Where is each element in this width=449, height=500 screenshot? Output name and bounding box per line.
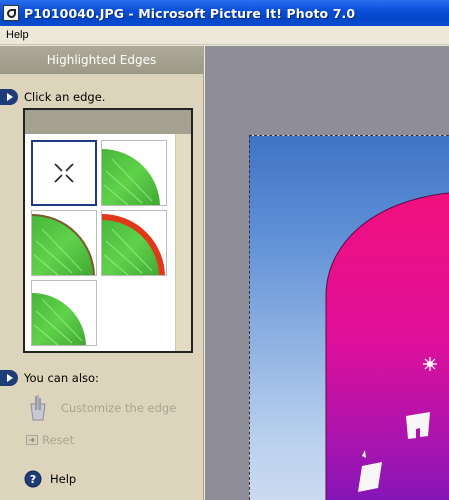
edge-option-soft-fade[interactable] [31, 280, 97, 346]
task-pane: Highlighted Edges Click an edge. You can… [0, 46, 204, 500]
step-you-can-also-label: You can also: [24, 371, 99, 385]
customize-edge-option[interactable]: Customize the edge [26, 394, 176, 422]
customize-edge-label: Customize the edge [61, 401, 177, 415]
step-you-can-also: You can also: [0, 370, 99, 386]
edge-gallery [23, 108, 193, 353]
help-label: Help [50, 472, 77, 486]
thin-line-edge-icon [32, 214, 95, 275]
soft-glow-edge-icon [102, 141, 166, 205]
thick-line-edge-icon [102, 214, 165, 275]
photo-preview[interactable] [249, 135, 449, 500]
arrow-right-icon [0, 370, 18, 386]
menu-bar: Help [0, 26, 449, 45]
arrow-right-icon [0, 89, 18, 105]
menu-help[interactable]: Help [0, 29, 35, 41]
reset-option[interactable]: Reset [26, 433, 74, 447]
edge-option-thin-line[interactable] [31, 210, 97, 276]
gallery-scrollbar[interactable] [175, 134, 191, 351]
title-bar[interactable]: P1010040.JPG - Microsoft Picture It! Pho… [0, 0, 449, 26]
edge-option-thick-line[interactable] [101, 210, 167, 276]
paintbrush-jar-icon [30, 395, 46, 421]
step-click-edge: Click an edge. [0, 89, 105, 105]
step-click-edge-label: Click an edge. [24, 90, 106, 104]
reset-label: Reset [42, 433, 75, 447]
edge-option-soft-glow[interactable] [101, 140, 167, 206]
help-option[interactable]: ? Help [24, 470, 76, 488]
svg-text:?: ? [30, 473, 36, 486]
soft-fade-edge-icon [32, 281, 96, 345]
reset-arrow-icon [26, 435, 38, 445]
question-circle-icon: ? [24, 470, 42, 488]
photo-canvas[interactable] [205, 46, 449, 500]
window-title: P1010040.JPG - Microsoft Picture It! Pho… [24, 5, 356, 21]
pane-title: Highlighted Edges [0, 46, 203, 74]
edge-option-none[interactable] [31, 140, 97, 206]
no-edge-icon [54, 163, 74, 183]
picture-it-icon[interactable] [3, 5, 19, 21]
photo-image [325, 192, 449, 500]
gallery-header [25, 110, 191, 134]
